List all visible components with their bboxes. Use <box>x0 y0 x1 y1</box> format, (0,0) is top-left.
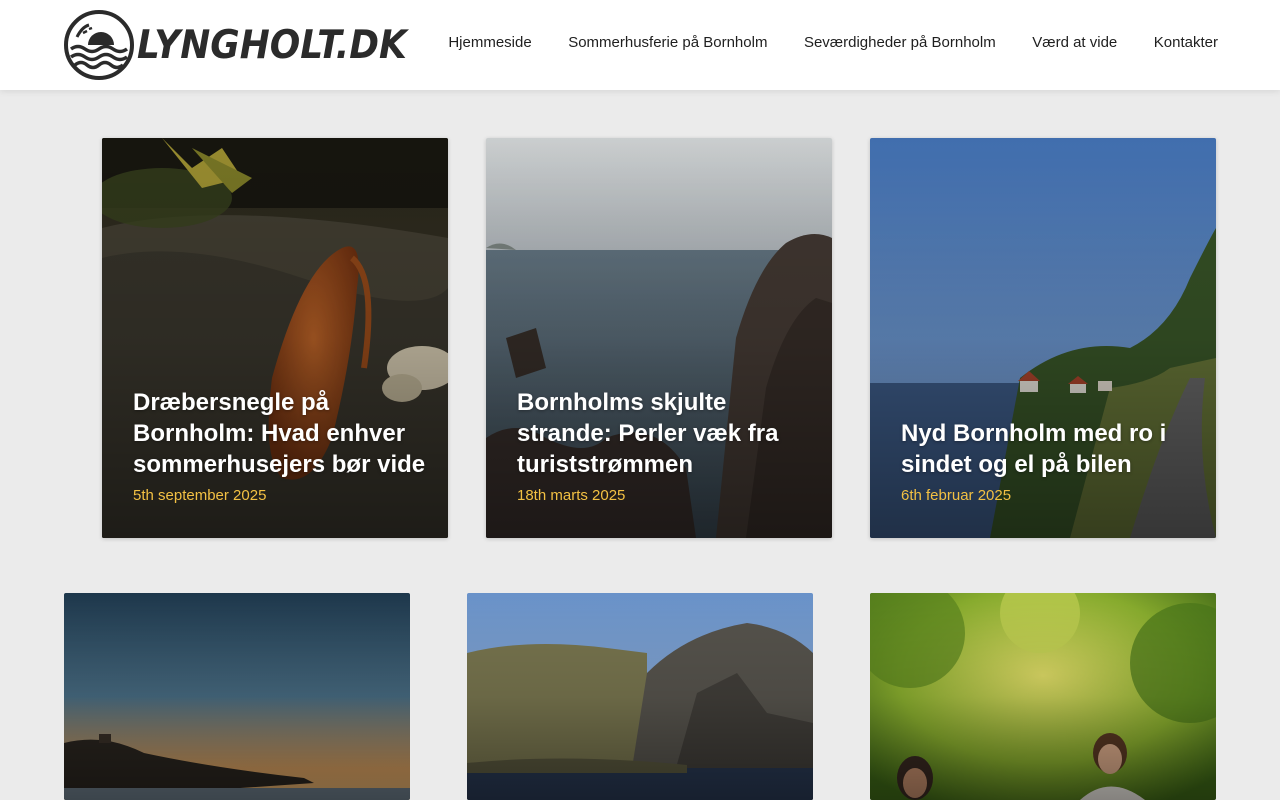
post-card[interactable]: Dræbersnegle på Bornholm: Hvad enhver so… <box>102 138 448 538</box>
card-overlay <box>870 593 1216 800</box>
post-date: 18th marts 2025 <box>517 487 626 504</box>
post-card[interactable] <box>870 593 1216 800</box>
card-text: Nyd Bornholm med ro i sindet og el på bi… <box>901 418 1194 504</box>
post-card[interactable] <box>467 593 813 800</box>
post-card[interactable]: Bornholms skjulte strande: Perler væk fr… <box>486 138 832 538</box>
post-title[interactable]: Dræbersnegle på Bornholm: Hvad enhver so… <box>133 387 426 480</box>
card-overlay <box>64 593 410 800</box>
post-card[interactable]: Nyd Bornholm med ro i sindet og el på bi… <box>870 138 1216 538</box>
site-logo[interactable]: LYNGHOLT.DK <box>63 9 407 81</box>
card-text: Bornholms skjulte strande: Perler væk fr… <box>517 387 810 504</box>
post-date: 6th februar 2025 <box>901 487 1012 504</box>
nav-item-kontakter[interactable]: Kontakter <box>1154 34 1218 51</box>
post-title[interactable]: Bornholms skjulte strande: Perler væk fr… <box>517 387 810 480</box>
nav-item-vaerd-at-vide[interactable]: Værd at vide <box>1032 34 1117 51</box>
post-title[interactable]: Nyd Bornholm med ro i sindet og el på bi… <box>901 418 1194 480</box>
logo-wordmark: LYNGHOLT.DK <box>137 22 407 68</box>
sun-waves-logo-icon <box>64 10 134 80</box>
nav-item-hjemmeside[interactable]: Hjemmeside <box>448 34 531 51</box>
card-text: Dræbersnegle på Bornholm: Hvad enhver so… <box>133 387 426 504</box>
post-date: 5th september 2025 <box>133 487 267 504</box>
nav-item-sevaerdigheder[interactable]: Seværdigheder på Bornholm <box>804 34 996 51</box>
card-overlay <box>467 593 813 800</box>
site-header: LYNGHOLT.DK Hjemmeside Sommerhusferie på… <box>0 0 1280 90</box>
nav-item-sommerhusferie[interactable]: Sommerhusferie på Bornholm <box>568 34 767 51</box>
main-navigation: Hjemmeside Sommerhusferie på Bornholm Se… <box>448 0 1218 84</box>
post-card[interactable] <box>64 593 410 800</box>
